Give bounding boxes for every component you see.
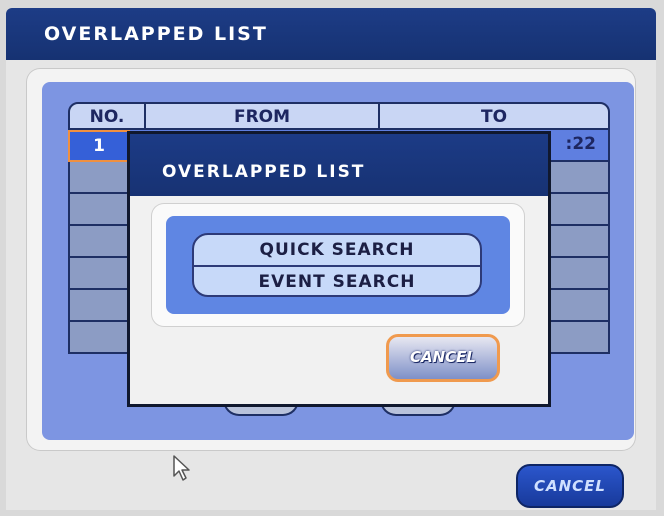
dialog-title-bar: OVERLAPPED LIST [130, 134, 548, 196]
dialog-cancel-button[interactable]: CANCEL [386, 334, 500, 382]
event-search-item[interactable]: EVENT SEARCH [194, 267, 480, 297]
header-no: NO. [89, 107, 125, 127]
quick-search-item[interactable]: QUICK SEARCH [194, 235, 480, 265]
search-menu: QUICK SEARCH EVENT SEARCH [192, 233, 482, 297]
mouse-pointer-icon [173, 455, 190, 481]
overlapped-list-dialog: OVERLAPPED LIST QUICK SEARCH EVENT SEARC… [127, 131, 551, 407]
cancel-button[interactable]: CANCEL [516, 464, 624, 508]
table-header: NO. FROM TO [68, 102, 610, 132]
row-to-value: :22 [565, 134, 596, 154]
window-title: OVERLAPPED LIST [44, 23, 268, 45]
row-number[interactable]: 1 [68, 130, 130, 162]
header-from: FROM [233, 107, 291, 127]
window-title-bar: OVERLAPPED LIST [6, 8, 656, 60]
header-to: TO [480, 107, 508, 127]
dialog-title: OVERLAPPED LIST [162, 162, 366, 182]
